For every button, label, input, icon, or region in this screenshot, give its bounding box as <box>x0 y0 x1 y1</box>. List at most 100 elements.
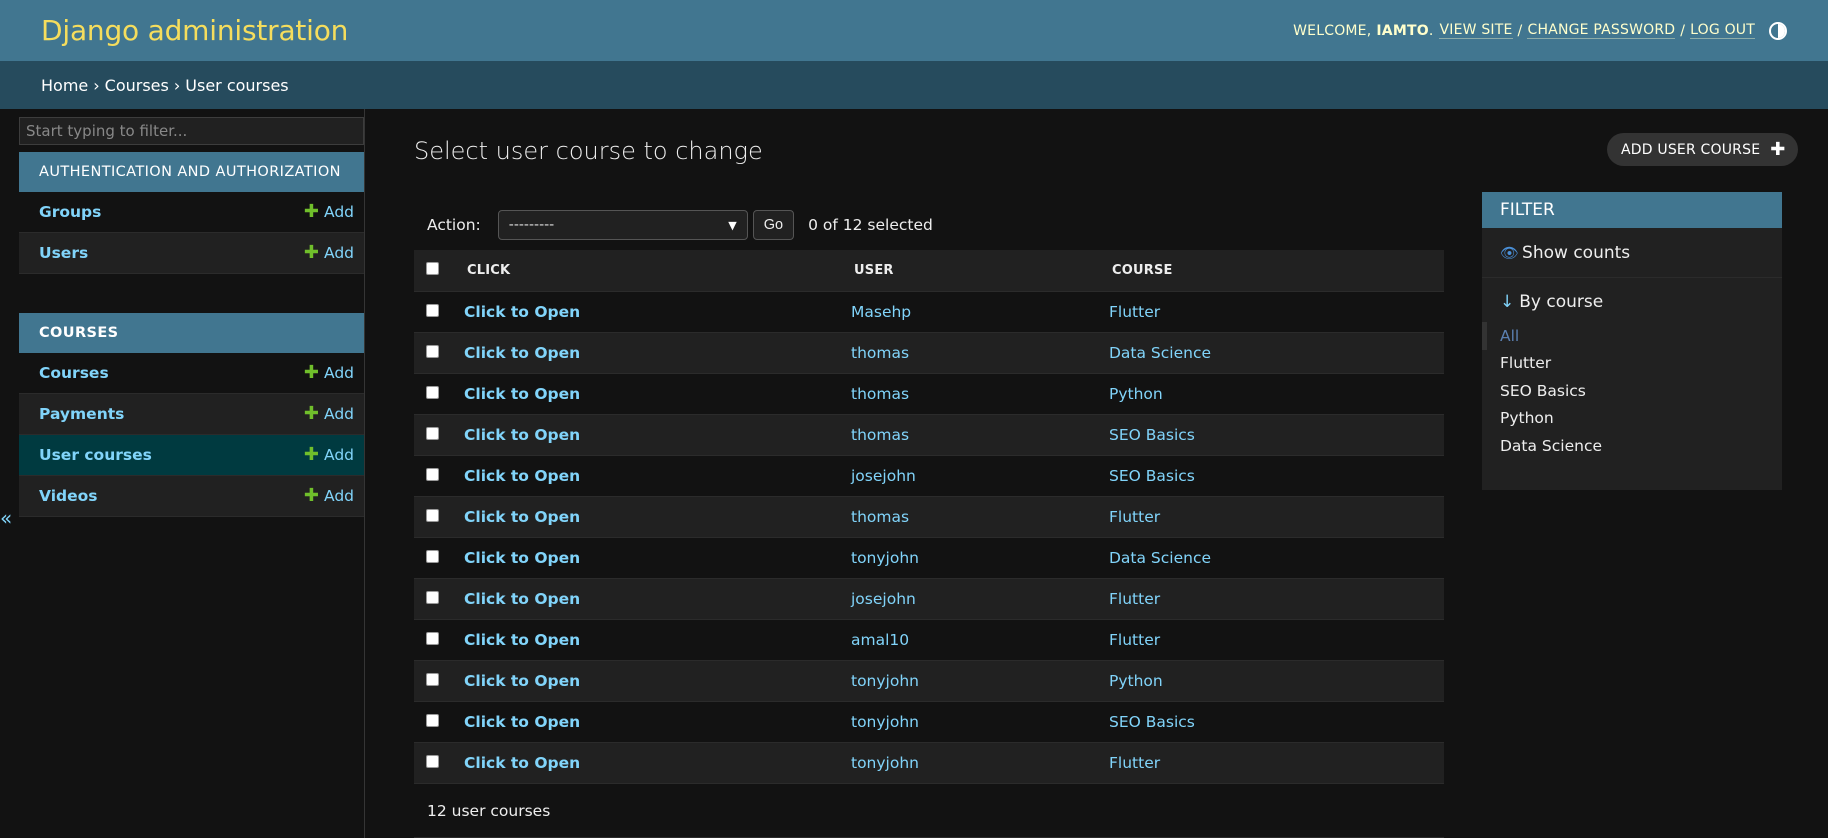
row-checkbox[interactable] <box>426 754 439 768</box>
row-checkbox[interactable] <box>426 590 439 604</box>
filter-option[interactable]: Flutter <box>1482 350 1782 378</box>
log-out-link[interactable]: Log out <box>1690 22 1755 39</box>
course-link[interactable]: SEO Basics <box>1109 713 1195 731</box>
click-to-open-link[interactable]: Click to Open <box>464 426 580 444</box>
course-link[interactable]: SEO Basics <box>1109 467 1195 485</box>
action-select[interactable]: --------- ▼ <box>497 210 748 240</box>
click-to-open-link[interactable]: Click to Open <box>464 344 580 362</box>
payments-add-link[interactable]: ✚ Add <box>304 405 354 424</box>
filter-by-course-heading[interactable]: ↓ By course <box>1482 292 1782 312</box>
column-header-course[interactable]: Course <box>1109 250 1444 292</box>
row-checkbox[interactable] <box>426 344 439 358</box>
click-to-open-link[interactable]: Click to Open <box>464 672 580 690</box>
course-link[interactable]: Flutter <box>1109 303 1160 321</box>
sidebar-item-label[interactable]: Groups <box>39 203 101 221</box>
click-to-open-link[interactable]: Click to Open <box>464 467 580 485</box>
click-to-open-link[interactable]: Click to Open <box>464 549 580 567</box>
course-link[interactable]: Flutter <box>1109 508 1160 526</box>
click-to-open-link[interactable]: Click to Open <box>464 508 580 526</box>
breadcrumb-courses[interactable]: Courses <box>105 76 169 95</box>
user-link[interactable]: thomas <box>851 385 909 403</box>
groups-add-link[interactable]: ✚ Add <box>304 203 354 222</box>
add-user-course-button[interactable]: Add user course ✚ <box>1607 133 1798 166</box>
course-cell: Python <box>1109 373 1444 415</box>
row-checkbox[interactable] <box>426 672 439 686</box>
course-link[interactable]: Data Science <box>1109 344 1211 362</box>
column-header-click[interactable]: Click <box>464 250 851 292</box>
column-header-user[interactable]: User <box>851 250 1109 292</box>
user-link[interactable]: thomas <box>851 426 909 444</box>
click-to-open-link[interactable]: Click to Open <box>464 754 580 772</box>
user-link[interactable]: thomas <box>851 344 909 362</box>
row-checkbox[interactable] <box>426 508 439 522</box>
add-label: Add <box>323 405 354 423</box>
sidebar-item-label[interactable]: Videos <box>39 487 98 505</box>
user-link[interactable]: Masehp <box>851 303 911 321</box>
user-link[interactable]: tonyjohn <box>851 549 919 567</box>
add-button-label: Add user course <box>1621 141 1761 158</box>
change-password-link[interactable]: Change password <box>1527 22 1676 39</box>
click-to-open-link[interactable]: Click to Open <box>464 713 580 731</box>
user-link[interactable]: josejohn <box>851 467 916 485</box>
course-link[interactable]: Flutter <box>1109 590 1160 608</box>
double-chevron-left-icon[interactable]: « <box>0 506 12 530</box>
nav-filter-input[interactable] <box>19 117 364 145</box>
row-checkbox[interactable] <box>426 713 439 727</box>
user-link[interactable]: josejohn <box>851 590 916 608</box>
sidebar-item-label[interactable]: Courses <box>39 364 109 382</box>
username: iamto <box>1376 22 1429 39</box>
course-link[interactable]: Flutter <box>1109 754 1160 772</box>
table-row: Click to Open thomas SEO Basics <box>414 414 1444 456</box>
click-to-open-link[interactable]: Click to Open <box>464 303 580 321</box>
click-cell: Click to Open <box>464 660 851 702</box>
sidebar-item-label[interactable]: User courses <box>39 446 152 464</box>
show-counts-link[interactable]: 👁 Show counts <box>1482 228 1782 278</box>
course-link[interactable]: Flutter <box>1109 631 1160 649</box>
course-link[interactable]: Python <box>1109 385 1163 403</box>
row-checkbox[interactable] <box>426 303 439 317</box>
site-brand[interactable]: Django administration <box>41 14 348 47</box>
select-all-checkbox[interactable] <box>426 261 439 275</box>
click-cell: Click to Open <box>464 537 851 579</box>
module-caption-label: Authentication and Authorization <box>39 164 341 180</box>
filter-option[interactable]: Python <box>1482 405 1782 433</box>
go-button[interactable]: Go <box>752 210 795 240</box>
theme-toggle-icon[interactable] <box>1769 21 1787 40</box>
filter-option[interactable]: All <box>1482 322 1782 350</box>
click-to-open-link[interactable]: Click to Open <box>464 590 580 608</box>
courses-add-link[interactable]: ✚ Add <box>304 364 354 383</box>
users-add-link[interactable]: ✚ Add <box>304 244 354 263</box>
sidebar-item-label[interactable]: Payments <box>39 405 124 423</box>
user-link[interactable]: amal10 <box>851 631 909 649</box>
user-link[interactable]: tonyjohn <box>851 713 919 731</box>
add-label: Add <box>323 244 354 262</box>
user-courses-add-link[interactable]: ✚ Add <box>304 446 354 465</box>
row-checkbox[interactable] <box>426 631 439 645</box>
course-link[interactable]: Data Science <box>1109 549 1211 567</box>
sidebar-item-label[interactable]: Users <box>39 244 88 262</box>
view-site-link[interactable]: View site <box>1439 22 1513 39</box>
videos-add-link[interactable]: ✚ Add <box>304 487 354 506</box>
row-checkbox[interactable] <box>426 549 439 563</box>
filter-option[interactable]: Data Science <box>1482 432 1782 460</box>
row-checkbox[interactable] <box>426 385 439 399</box>
breadcrumb-home[interactable]: Home <box>41 76 88 95</box>
user-link[interactable]: tonyjohn <box>851 754 919 772</box>
user-link[interactable]: tonyjohn <box>851 672 919 690</box>
user-link[interactable]: thomas <box>851 508 909 526</box>
course-link[interactable]: SEO Basics <box>1109 426 1195 444</box>
course-cell: Data Science <box>1109 332 1444 374</box>
click-to-open-link[interactable]: Click to Open <box>464 385 580 403</box>
welcome-text: Welcome, <box>1293 22 1372 39</box>
course-link[interactable]: Python <box>1109 672 1163 690</box>
filter-option[interactable]: SEO Basics <box>1482 377 1782 405</box>
click-to-open-link[interactable]: Click to Open <box>464 631 580 649</box>
module-courses-caption[interactable]: Courses <box>19 313 364 353</box>
row-checkbox[interactable] <box>426 426 439 440</box>
module-auth-caption[interactable]: Authentication and Authorization <box>19 152 364 192</box>
separator: / <box>1680 22 1686 39</box>
row-checkbox[interactable] <box>426 467 439 481</box>
sidebar-item-user-courses: User courses ✚ Add <box>19 435 364 476</box>
table-row: Click to Open thomas Data Science <box>414 332 1444 374</box>
breadcrumb-separator: › <box>173 75 181 95</box>
